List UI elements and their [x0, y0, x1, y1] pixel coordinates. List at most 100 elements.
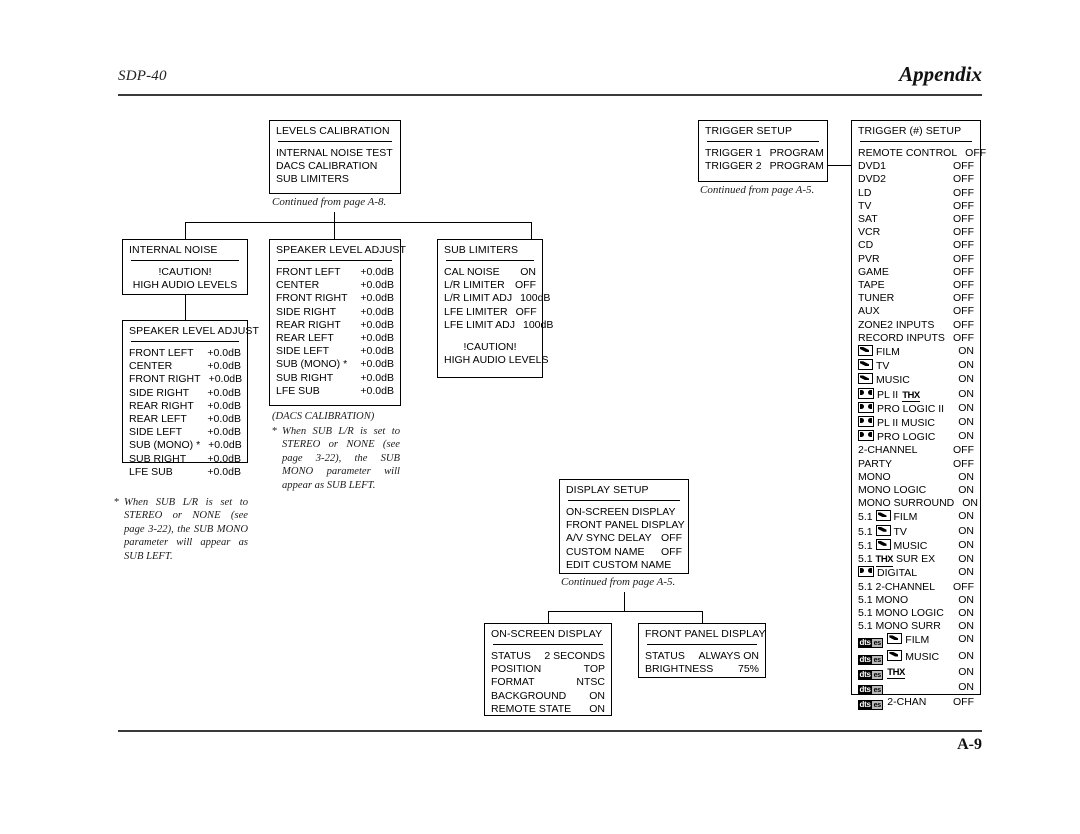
table-row[interactable]: REAR LEFT +0.0dB: [276, 332, 394, 345]
table-row[interactable]: RECORD INPUTS OFF: [858, 332, 974, 345]
table-row[interactable]: BACKGROUND ON: [491, 690, 605, 703]
table-row[interactable]: 5.1 MONO SURR ON: [858, 620, 974, 633]
table-row[interactable]: FRONT RIGHT +0.0dB: [129, 373, 242, 386]
table-row[interactable]: PL II MUSIC ON: [858, 416, 974, 430]
table-row[interactable]: MONO ON: [858, 471, 974, 484]
table-row[interactable]: 5.1 2-CHANNEL OFF: [858, 581, 974, 594]
table-row[interactable]: PRO LOGIC II ON: [858, 401, 974, 416]
menu-item[interactable]: SUB LIMITERS: [276, 173, 394, 186]
table-row[interactable]: DIGITAL ON: [858, 566, 974, 580]
table-row[interactable]: VCR OFF: [858, 226, 974, 239]
menu-item[interactable]: INTERNAL NOISE TEST: [276, 147, 394, 160]
table-row[interactable]: EDIT CUSTOM NAME: [566, 559, 682, 572]
table-row[interactable]: ZONE2 INPUTS OFF: [858, 319, 974, 332]
table-row[interactable]: SIDE RIGHT +0.0dB: [129, 387, 241, 400]
table-row[interactable]: CENTER +0.0dB: [276, 279, 394, 292]
table-row[interactable]: FORMAT NTSC: [491, 676, 605, 689]
row-label: POSITION: [491, 663, 542, 676]
row-text: ZONE2 INPUTS: [858, 318, 935, 331]
table-row[interactable]: FRONT LEFT +0.0dB: [276, 266, 394, 279]
table-row[interactable]: LFE LIMITER OFF: [444, 306, 537, 319]
row-text: MONO LOGIC: [875, 606, 944, 619]
table-row[interactable]: PRO LOGIC ON: [858, 430, 974, 444]
table-row[interactable]: PVR OFF: [858, 253, 974, 266]
row-label: 5.1 THX SUR EX: [858, 553, 935, 567]
table-row[interactable]: CD OFF: [858, 239, 974, 252]
table-row[interactable]: SUB (MONO) * +0.0dB: [129, 439, 242, 452]
table-row[interactable]: TV ON: [858, 359, 974, 373]
table-row[interactable]: SIDE RIGHT +0.0dB: [276, 306, 394, 319]
table-row[interactable]: SUB (MONO) * +0.0dB: [276, 358, 394, 371]
table-row[interactable]: SIDE LEFT +0.0dB: [276, 345, 394, 358]
row-label: PRO LOGIC: [858, 430, 935, 444]
row-text: AUX: [858, 305, 880, 318]
dts-neo6-icon: [887, 633, 903, 645]
table-row[interactable]: ON-SCREEN DISPLAY: [566, 506, 682, 519]
table-row[interactable]: STATUS ALWAYS ON: [645, 650, 759, 663]
table-row[interactable]: LD OFF: [858, 187, 974, 200]
connector-horizontal: [828, 165, 852, 167]
table-row[interactable]: TRIGGER 1 PROGRAM: [705, 147, 824, 160]
table-row[interactable]: PL II THX ON: [858, 387, 974, 403]
table-row[interactable]: FRONT RIGHT +0.0dB: [276, 292, 394, 305]
table-row[interactable]: PARTY OFF: [858, 458, 974, 471]
row-value: 2 SECONDS: [544, 650, 605, 662]
table-row[interactable]: L/R LIMIT ADJ 100dB: [444, 292, 550, 305]
table-row[interactable]: 5.1 FILM ON: [858, 510, 974, 524]
row-value: OFF: [953, 444, 974, 457]
table-row[interactable]: CUSTOM NAME OFF: [566, 546, 682, 559]
table-row[interactable]: MONO SURROUND ON: [858, 497, 978, 510]
table-row[interactable]: A/V SYNC DELAY OFF: [566, 532, 682, 545]
table-row[interactable]: 5.1 THX SUR EX ON: [858, 553, 974, 567]
table-row[interactable]: 5.1 MUSIC ON: [858, 538, 974, 553]
table-row[interactable]: REMOTE CONTROL OFF: [858, 147, 986, 160]
table-row[interactable]: REAR RIGHT +0.0dB: [276, 319, 394, 332]
menu-item[interactable]: DACS CALIBRATION: [276, 160, 394, 173]
table-row[interactable]: LFE SUB +0.0dB: [276, 385, 394, 398]
table-row[interactable]: SUB RIGHT +0.0dB: [276, 372, 394, 385]
table-row[interactable]: dts es ON: [858, 681, 974, 696]
table-row[interactable]: DVD1 OFF: [858, 160, 974, 173]
table-row[interactable]: SUB RIGHT +0.0dB: [129, 453, 241, 466]
table-row[interactable]: FILM ON: [858, 345, 974, 359]
table-row[interactable]: DVD2 OFF: [858, 173, 974, 186]
row-label: dts es FILM: [858, 633, 929, 649]
table-row[interactable]: TV OFF: [858, 200, 974, 213]
table-row[interactable]: MONO LOGIC ON: [858, 484, 974, 497]
table-row[interactable]: TAPE OFF: [858, 279, 974, 292]
table-row[interactable]: REAR RIGHT +0.0dB: [129, 400, 241, 413]
row-label: TAPE: [858, 279, 885, 292]
table-row[interactable]: TUNER OFF: [858, 292, 974, 305]
table-row[interactable]: TRIGGER 2 PROGRAM: [705, 160, 824, 173]
table-row[interactable]: CAL NOISE ON: [444, 266, 536, 279]
table-row[interactable]: BRIGHTNESS 75%: [645, 663, 759, 676]
row-text: TAPE: [858, 279, 885, 292]
table-row[interactable]: dts es THX ON: [858, 666, 974, 681]
table-row[interactable]: SAT OFF: [858, 213, 974, 226]
table-row[interactable]: 5.1 MONO ON: [858, 594, 974, 607]
table-row[interactable]: FRONT LEFT +0.0dB: [129, 347, 241, 360]
row-value: OFF: [953, 318, 974, 331]
table-row[interactable]: 5.1 MONO LOGIC ON: [858, 607, 974, 620]
box-on-screen-display: ON-SCREEN DISPLAY STATUS 2 SECONDS POSITI…: [484, 623, 612, 716]
table-row[interactable]: CENTER +0.0dB: [129, 360, 241, 373]
table-row[interactable]: STATUS 2 SECONDS: [491, 650, 605, 663]
table-row[interactable]: POSITION TOP: [491, 663, 605, 676]
table-row[interactable]: AUX OFF: [858, 305, 974, 318]
es-mark: es: [872, 654, 884, 665]
table-row[interactable]: dts es MUSIC ON: [858, 649, 974, 666]
table-row[interactable]: dts es 2-CHAN OFF: [858, 696, 974, 711]
table-row[interactable]: REMOTE STATE ON: [491, 703, 605, 716]
table-row[interactable]: SIDE LEFT +0.0dB: [129, 426, 241, 439]
table-row[interactable]: GAME OFF: [858, 266, 974, 279]
table-row[interactable]: 5.1 TV ON: [858, 524, 974, 539]
table-row[interactable]: LFE LIMIT ADJ 100dB: [444, 319, 553, 332]
table-row[interactable]: MUSIC ON: [858, 373, 974, 387]
table-row[interactable]: LFE SUB +0.0dB: [129, 466, 241, 479]
table-row[interactable]: FRONT PANEL DISPLAY: [566, 519, 685, 532]
dolby-icon: [858, 430, 874, 442]
table-row[interactable]: REAR LEFT +0.0dB: [129, 413, 241, 426]
table-row[interactable]: 2-CHANNEL OFF: [858, 444, 974, 457]
table-row[interactable]: dts es FILM ON: [858, 633, 974, 649]
table-row[interactable]: L/R LIMITER OFF: [444, 279, 536, 292]
